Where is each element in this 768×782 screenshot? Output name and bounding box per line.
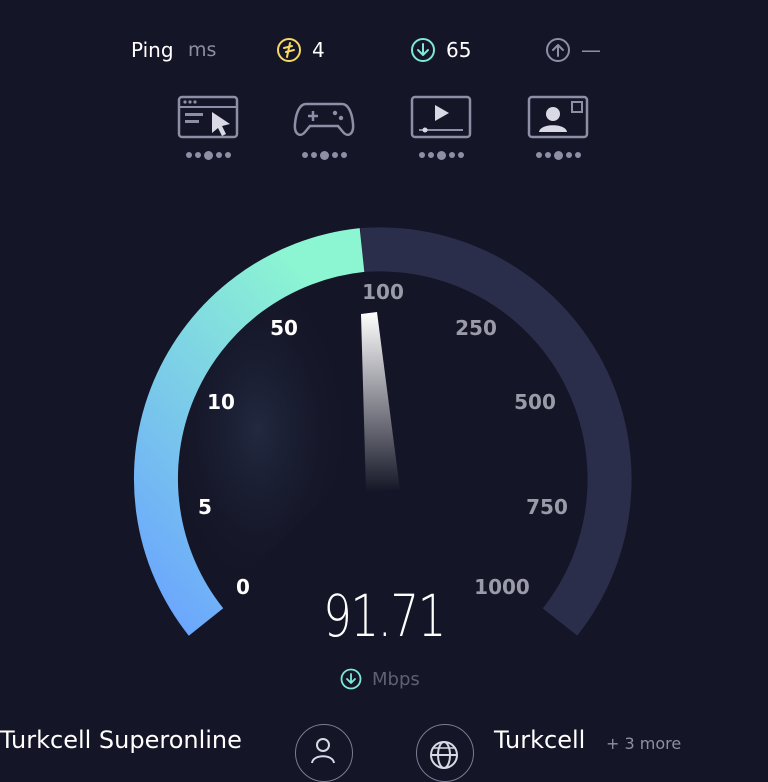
tick-label-0: 0 [236,575,250,599]
tick-label-100: 100 [362,280,404,304]
more-servers-link[interactable]: + 3 more [606,734,681,753]
user-icon [311,738,335,764]
server-name[interactable]: Turkcell [494,726,585,754]
globe-icon [430,741,458,769]
tick-label-1000: 1000 [474,575,530,599]
tick-label-500: 500 [514,390,556,414]
speed-unit: Mbps [372,668,420,690]
isp-name: Turkcell Superonline [0,726,242,754]
tick-label-750: 750 [526,495,568,519]
change-server-button[interactable] [416,724,474,782]
download-arrow-icon [340,668,362,690]
gauge-track [360,227,632,636]
tick-label-250: 250 [455,316,497,340]
tick-label-50: 50 [270,316,298,340]
speed-gauge: 0 5 10 50 100 250 500 750 1000 [133,227,632,636]
tick-label-10: 10 [207,390,235,414]
speed-unit-row: Mbps [340,668,420,690]
tick-label-5: 5 [198,495,212,519]
speed-value: 91.71 [323,582,446,650]
footer-bar: Turkcell Superonline Turkcell + 3 more [0,724,768,782]
change-provider-button[interactable] [295,724,353,782]
gauge-needle [361,312,400,492]
